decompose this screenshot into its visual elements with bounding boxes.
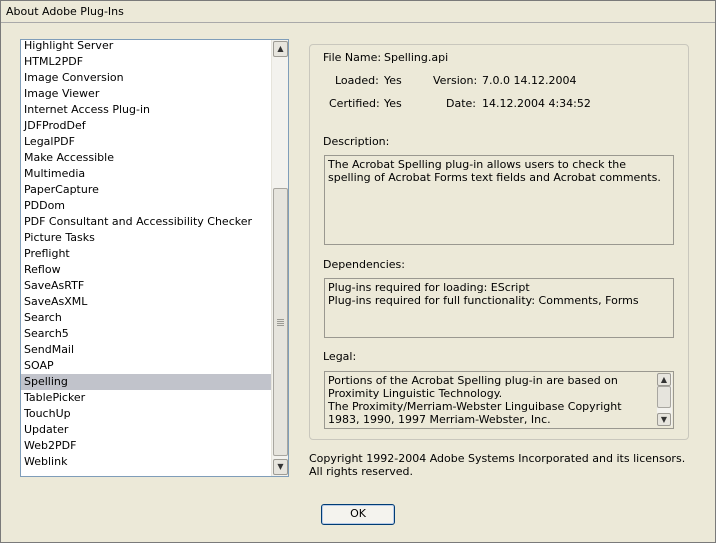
description-box[interactable]: The Acrobat Spelling plug-in allows user… bbox=[324, 155, 674, 245]
loaded-label: Loaded: bbox=[335, 74, 379, 87]
grip-line bbox=[277, 319, 284, 320]
list-item[interactable]: Highlight Server bbox=[21, 40, 272, 54]
legal-scroll-thumb[interactable] bbox=[657, 386, 671, 408]
list-item[interactable]: SaveAsRTF bbox=[21, 278, 272, 294]
list-item[interactable]: PDF Consultant and Accessibility Checker bbox=[21, 214, 272, 230]
dependencies-label: Dependencies: bbox=[323, 258, 405, 271]
list-item[interactable]: Updater bbox=[21, 422, 272, 438]
plugin-list-scrollbar[interactable]: ▲ ▼ bbox=[271, 40, 288, 476]
list-item[interactable]: Search5 bbox=[21, 326, 272, 342]
date-value: 14.12.2004 4:34:52 bbox=[482, 97, 591, 110]
grip-line bbox=[277, 321, 284, 322]
list-item[interactable]: Weblink bbox=[21, 454, 272, 470]
file-name-value: Spelling.api bbox=[384, 51, 449, 64]
scroll-thumb[interactable] bbox=[273, 188, 288, 456]
list-item[interactable]: Web2PDF bbox=[21, 438, 272, 454]
copyright-text: Copyright 1992-2004 Adobe Systems Incorp… bbox=[309, 452, 686, 478]
legal-scroll-up-button[interactable]: ▲ bbox=[657, 373, 671, 386]
scroll-up-button[interactable]: ▲ bbox=[273, 41, 288, 57]
list-item[interactable]: PDDom bbox=[21, 198, 272, 214]
list-item[interactable]: Image Viewer bbox=[21, 86, 272, 102]
list-item[interactable]: TouchUp bbox=[21, 406, 272, 422]
list-item[interactable]: LegalPDF bbox=[21, 134, 272, 150]
version-value: 7.0.0 14.12.2004 bbox=[482, 74, 577, 87]
description-text: The Acrobat Spelling plug-in allows user… bbox=[328, 158, 661, 184]
grip-line bbox=[277, 323, 284, 324]
legal-scroll-down-button[interactable]: ▼ bbox=[657, 413, 671, 426]
file-name-label: File Name: bbox=[323, 51, 382, 64]
ok-button[interactable]: OK bbox=[321, 504, 395, 525]
list-item[interactable]: Make Accessible bbox=[21, 150, 272, 166]
list-item[interactable]: Multimedia bbox=[21, 166, 272, 182]
list-item[interactable]: Reflow bbox=[21, 262, 272, 278]
about-plugins-dialog: About Adobe Plug-Ins Highlight Server HTM… bbox=[0, 0, 716, 543]
window-title: About Adobe Plug-Ins bbox=[1, 1, 715, 23]
list-item[interactable]: JDFProdDef bbox=[21, 118, 272, 134]
legal-line-copyright: The Proximity/Merriam-Webster Linguibase… bbox=[328, 400, 622, 426]
list-item[interactable]: Picture Tasks bbox=[21, 230, 272, 246]
dependencies-box[interactable]: Plug-ins required for loading: EScript P… bbox=[324, 278, 674, 338]
certified-label: Certified: bbox=[329, 97, 380, 110]
loaded-value: Yes bbox=[384, 74, 402, 87]
plugin-list[interactable]: Highlight Server HTML2PDF Image Conversion… bbox=[20, 39, 289, 477]
date-label: Date: bbox=[446, 97, 476, 110]
list-item[interactable]: Search bbox=[21, 310, 272, 326]
list-item[interactable]: Spelling bbox=[21, 374, 272, 390]
list-item[interactable]: SaveAsXML bbox=[21, 294, 272, 310]
version-label: Version: bbox=[433, 74, 478, 87]
certified-value: Yes bbox=[384, 97, 402, 110]
dependencies-line-loading: Plug-ins required for loading: EScript bbox=[328, 281, 530, 294]
grip-line bbox=[277, 325, 284, 326]
legal-box[interactable]: Portions of the Acrobat Spelling plug-in… bbox=[324, 371, 674, 429]
list-item[interactable]: Internet Access Plug-in bbox=[21, 102, 272, 118]
list-item[interactable]: Image Conversion bbox=[21, 70, 272, 86]
list-item[interactable]: TablePicker bbox=[21, 390, 272, 406]
legal-scrollbar[interactable]: ▲ ▼ bbox=[657, 373, 672, 426]
list-item[interactable]: PaperCapture bbox=[21, 182, 272, 198]
plugin-list-items: Highlight Server HTML2PDF Image Conversion… bbox=[21, 40, 272, 470]
scroll-down-button[interactable]: ▼ bbox=[273, 459, 288, 475]
list-item[interactable]: HTML2PDF bbox=[21, 54, 272, 70]
list-item[interactable]: SOAP bbox=[21, 358, 272, 374]
legal-label: Legal: bbox=[323, 350, 357, 363]
list-item[interactable]: Preflight bbox=[21, 246, 272, 262]
legal-line-proximity: Portions of the Acrobat Spelling plug-in… bbox=[328, 374, 618, 400]
list-item[interactable]: SendMail bbox=[21, 342, 272, 358]
plugin-details-group: File Name: Spelling.api Loaded: Yes Vers… bbox=[309, 44, 689, 440]
description-label: Description: bbox=[323, 135, 390, 148]
dependencies-line-functionality: Plug-ins required for full functionality… bbox=[328, 294, 639, 307]
